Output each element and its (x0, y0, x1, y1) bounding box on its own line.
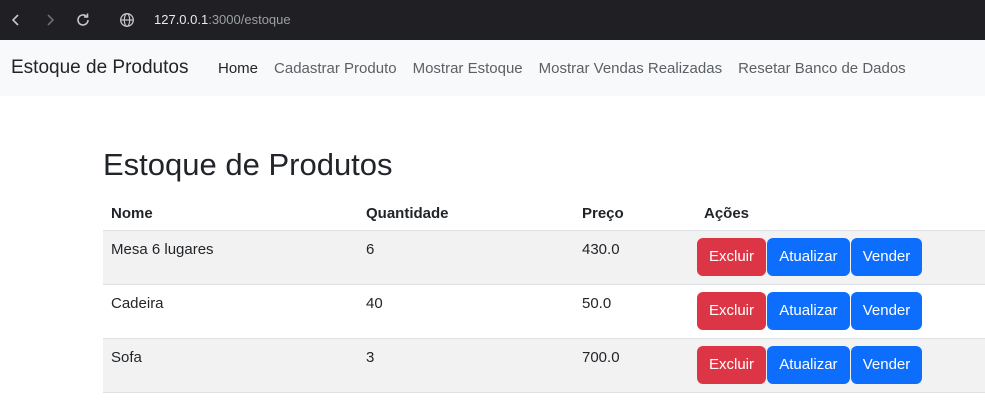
sell-button[interactable]: Vender (850, 238, 923, 276)
nav-link-cadastrar-produto[interactable]: Cadastrar Produto (274, 59, 397, 79)
navbar-brand[interactable]: Estoque de Produtos (11, 56, 188, 80)
cell-preco: 700.0 (574, 338, 696, 393)
nav-link-mostrar-vendas[interactable]: Mostrar Vendas Realizadas (539, 59, 722, 79)
table-row: Cadeira 40 50.0 Excluir Atualizar Vender (103, 284, 985, 339)
navbar: Estoque de Produtos Home Cadastrar Produ… (0, 40, 985, 96)
cell-actions: Excluir Atualizar Vender (696, 338, 985, 393)
cell-preco: 430.0 (574, 230, 696, 285)
header-preco: Preço (574, 196, 696, 231)
url-host: 127.0.0.1 (154, 12, 209, 27)
url-path: :3000/estoque (208, 12, 291, 27)
header-quantidade: Quantidade (358, 196, 574, 231)
header-nome: Nome (103, 196, 358, 231)
cell-actions: Excluir Atualizar Vender (696, 284, 985, 339)
table-row: Sofa 3 700.0 Excluir Atualizar Vender (103, 338, 985, 393)
update-button[interactable]: Atualizar (767, 292, 850, 330)
stock-table: Nome Quantidade Preço Ações Mesa 6 lugar… (103, 196, 985, 393)
delete-button[interactable]: Excluir (697, 346, 767, 384)
globe-icon[interactable] (118, 11, 136, 29)
cell-nome: Cadeira (103, 284, 358, 339)
back-arrow-icon[interactable] (7, 11, 25, 29)
reload-icon[interactable] (74, 11, 92, 29)
cell-preco: 50.0 (574, 284, 696, 339)
browser-toolbar: 127.0.0.1:3000/estoque (0, 0, 985, 40)
update-button[interactable]: Atualizar (767, 238, 850, 276)
page-title: Estoque de Produtos (103, 147, 393, 182)
table-header-row: Nome Quantidade Preço Ações (103, 196, 985, 231)
cell-nome: Sofa (103, 338, 358, 393)
header-acoes: Ações (696, 196, 985, 231)
delete-button[interactable]: Excluir (697, 292, 767, 330)
cell-quantidade: 40 (358, 284, 574, 339)
address-bar[interactable]: 127.0.0.1:3000/estoque (154, 11, 291, 29)
nav-link-resetar-banco[interactable]: Resetar Banco de Dados (738, 59, 906, 79)
cell-actions: Excluir Atualizar Vender (696, 230, 985, 285)
nav-link-mostrar-estoque[interactable]: Mostrar Estoque (413, 59, 523, 79)
cell-nome: Mesa 6 lugares (103, 230, 358, 285)
forward-arrow-icon[interactable] (41, 11, 59, 29)
cell-quantidade: 6 (358, 230, 574, 285)
nav-link-home[interactable]: Home (218, 59, 258, 79)
cell-quantidade: 3 (358, 338, 574, 393)
nav-links: Home Cadastrar Produto Mostrar Estoque M… (218, 59, 922, 79)
table-row: Mesa 6 lugares 6 430.0 Excluir Atualizar… (103, 230, 985, 285)
update-button[interactable]: Atualizar (767, 346, 850, 384)
sell-button[interactable]: Vender (850, 292, 923, 330)
sell-button[interactable]: Vender (850, 346, 923, 384)
delete-button[interactable]: Excluir (697, 238, 767, 276)
